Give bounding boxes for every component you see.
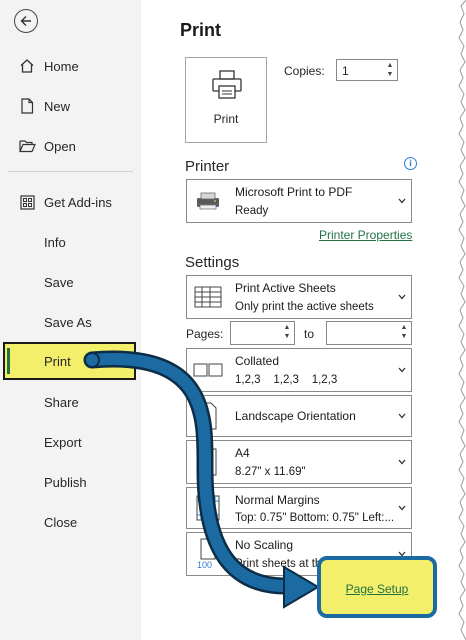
printer-device-icon <box>191 186 225 216</box>
paper-size-icon <box>191 447 225 477</box>
chevron-down-icon <box>398 367 406 373</box>
nav-get-add-ins-label: Get Add-ins <box>44 194 112 210</box>
nav-info-label: Info <box>44 234 66 250</box>
nav-close-label: Close <box>44 514 78 530</box>
scaling-title: No Scaling <box>235 538 294 552</box>
pages-from-spinner[interactable]: ▲ ▼ <box>230 321 295 345</box>
add-ins-grid-icon <box>18 193 36 211</box>
nav-home[interactable]: Home <box>0 46 141 86</box>
print-what-dropdown[interactable]: Print Active Sheets Only print the activ… <box>186 275 412 319</box>
printer-heading: Printer <box>185 158 230 175</box>
print-what-subtitle: Only print the active sheets <box>235 301 374 313</box>
nav-divider <box>8 171 133 172</box>
copies-label: Copies: <box>284 64 325 78</box>
page-setup-callout: Page Setup <box>317 556 437 618</box>
printer-icon <box>212 70 242 99</box>
nav-info[interactable]: Info <box>0 222 141 262</box>
nav-export-label: Export <box>44 434 82 450</box>
nav-publish-label: Publish <box>44 474 87 490</box>
pages-to-label: to <box>304 327 315 341</box>
margins-icon <box>191 493 225 523</box>
nav-open-label: Open <box>44 138 76 154</box>
print-button-label: Print <box>213 112 239 126</box>
orientation-title: Landscape Orientation <box>235 409 356 423</box>
paper-size-title: A4 <box>235 446 250 460</box>
spinner-arrows-icon[interactable]: ▲ ▼ <box>283 323 291 341</box>
sheet-grid-icon <box>191 282 225 312</box>
chevron-down-icon <box>398 294 406 300</box>
nav-new-label: New <box>44 98 71 114</box>
pages-label: Pages: <box>186 327 224 341</box>
nav-print-label: Print <box>44 353 71 369</box>
nav-export[interactable]: Export <box>0 422 141 462</box>
paper-size-dropdown[interactable]: A4 8.27" x 11.69" <box>186 440 412 484</box>
nav-new[interactable]: New <box>0 86 141 126</box>
printer-properties-link[interactable]: Printer Properties <box>319 228 412 242</box>
print-pane: Print Print Copies: 1 ▲ ▼ Printer i Micro… <box>141 0 458 640</box>
scaling-icon-text: 100 <box>197 560 213 570</box>
copies-spinner[interactable]: 1 ▲ ▼ <box>336 59 398 81</box>
margins-title: Normal Margins <box>235 493 320 507</box>
collated-pages-icon <box>191 355 225 385</box>
nav-publish[interactable]: Publish <box>0 462 141 502</box>
nav-save-as-label: Save As <box>44 314 92 330</box>
margins-dropdown[interactable]: Normal Margins Top: 0.75" Bottom: 0.75" … <box>186 487 412 529</box>
folder-open-icon <box>18 137 36 155</box>
nav-save[interactable]: Save <box>0 262 141 302</box>
spinner-arrows-icon[interactable]: ▲ ▼ <box>400 323 408 341</box>
page-title: Print <box>180 20 222 40</box>
chevron-down-icon <box>398 413 406 419</box>
printer-dropdown[interactable]: Microsoft Print to PDF Ready <box>186 179 412 223</box>
info-icon[interactable]: i <box>404 157 417 170</box>
print-button[interactable]: Print <box>185 57 267 143</box>
collation-title: Collated <box>235 354 280 368</box>
home-icon <box>18 57 36 75</box>
nav-home-label: Home <box>44 58 79 74</box>
page-setup-link[interactable]: Page Setup <box>321 582 433 596</box>
settings-heading: Settings <box>185 254 240 271</box>
copies-value: 1 <box>342 64 349 78</box>
print-what-title: Print Active Sheets <box>235 281 336 295</box>
nav-print[interactable]: Print <box>3 342 136 380</box>
back-arrow-icon <box>20 16 31 26</box>
new-document-icon <box>18 97 36 115</box>
back-button[interactable] <box>14 9 38 33</box>
backstage-sidebar: Home New Open Get Add-ins Info Save Save… <box>0 0 141 640</box>
orientation-dropdown[interactable]: Landscape Orientation <box>186 395 412 437</box>
margins-subtitle: Top: 0.75" Bottom: 0.75" Left:... <box>235 512 395 524</box>
collation-subtitle: 1,2,3 1,2,3 1,2,3 <box>235 374 338 386</box>
landscape-page-icon <box>191 401 225 431</box>
printer-status: Ready <box>235 205 269 217</box>
paper-size-subtitle: 8.27" x 11.69" <box>235 466 306 478</box>
pages-to-spinner[interactable]: ▲ ▼ <box>326 321 412 345</box>
collation-dropdown[interactable]: Collated 1,2,3 1,2,3 1,2,3 <box>186 348 412 392</box>
nav-open[interactable]: Open <box>0 126 141 166</box>
spinner-arrows-icon[interactable]: ▲ ▼ <box>386 61 394 79</box>
chevron-down-icon <box>398 198 406 204</box>
chevron-down-icon <box>398 505 406 511</box>
chevron-down-icon <box>398 459 406 465</box>
printer-name: Microsoft Print to PDF <box>235 185 353 199</box>
torn-edge <box>458 0 466 640</box>
nav-share[interactable]: Share <box>0 382 141 422</box>
nav-close[interactable]: Close <box>0 502 141 542</box>
nav-get-add-ins[interactable]: Get Add-ins <box>0 182 141 222</box>
nav-save-as[interactable]: Save As <box>0 302 141 342</box>
nav-save-label: Save <box>44 274 74 290</box>
nav-share-label: Share <box>44 394 79 410</box>
